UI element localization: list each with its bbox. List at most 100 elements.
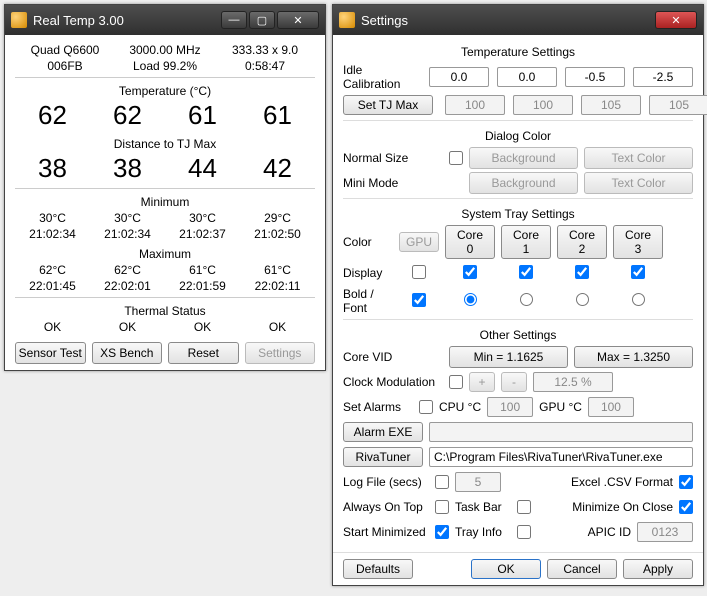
taskbar-check[interactable]	[517, 500, 531, 514]
excel-check[interactable]	[679, 475, 693, 489]
sec-other: Other Settings	[343, 328, 693, 342]
sensor-test-button[interactable]: Sensor Test	[15, 342, 86, 364]
max-time-0: 22:01:45	[15, 279, 90, 293]
sec-dialog: Dialog Color	[343, 129, 693, 143]
normal-tc-button[interactable]: Text Color	[584, 147, 693, 169]
log-check[interactable]	[435, 475, 449, 489]
max-time-1: 22:02:01	[90, 279, 165, 293]
max-3: 61°C	[240, 263, 315, 277]
corevid-label: Core VID	[343, 350, 443, 364]
defaults-button[interactable]: Defaults	[343, 559, 413, 579]
tj-3	[649, 95, 707, 115]
settings-close-button[interactable]: ✕	[655, 11, 697, 29]
idle-cal-2[interactable]	[565, 67, 625, 87]
gpu-button[interactable]: GPU	[399, 232, 439, 252]
clockmod-check[interactable]	[449, 375, 463, 389]
display-label: Display	[343, 266, 393, 280]
display-1-check[interactable]	[519, 265, 533, 279]
temp-1: 62	[90, 100, 165, 131]
max-time-2: 22:01:59	[165, 279, 240, 293]
min-time-0: 21:02:34	[15, 227, 90, 241]
normal-bg-button[interactable]: Background	[469, 147, 578, 169]
settings-button[interactable]: Settings	[245, 342, 316, 364]
minimize-button[interactable]: —	[221, 11, 247, 29]
maximize-button[interactable]: ▢	[249, 11, 275, 29]
min-2: 30°C	[165, 211, 240, 225]
min-time-1: 21:02:34	[90, 227, 165, 241]
display-3-check[interactable]	[631, 265, 645, 279]
sec-tray: System Tray Settings	[343, 207, 693, 221]
cm-plus-button[interactable]: +	[469, 372, 495, 392]
alarms-check[interactable]	[419, 400, 433, 414]
color-label: Color	[343, 235, 393, 249]
font-1-radio[interactable]	[520, 293, 533, 306]
core3-button[interactable]: Core 3	[613, 225, 663, 259]
font-2-radio[interactable]	[576, 293, 589, 306]
trayinfo-check[interactable]	[517, 525, 531, 539]
bold-check[interactable]	[412, 293, 426, 307]
xs-bench-button[interactable]: XS Bench	[92, 342, 163, 364]
settings-titlebar: Settings ✕	[333, 5, 703, 35]
reset-button[interactable]: Reset	[168, 342, 239, 364]
thermal-1: OK	[90, 320, 165, 334]
close-button[interactable]: ✕	[277, 11, 319, 29]
sec-temp: Temperature Settings	[343, 45, 693, 59]
vid-min-button[interactable]: Min = 1.1625	[449, 346, 568, 368]
dist-3: 42	[240, 153, 315, 184]
cm-minus-button[interactable]: -	[501, 372, 527, 392]
thermal-header: Thermal Status	[15, 304, 315, 318]
display-0-check[interactable]	[463, 265, 477, 279]
rivatuner-button[interactable]: RivaTuner	[343, 447, 423, 467]
max-1: 62°C	[90, 263, 165, 277]
max-0: 62°C	[15, 263, 90, 277]
cpu-load: Load 99.2%	[115, 59, 215, 73]
idle-cal-1[interactable]	[497, 67, 557, 87]
aot-check[interactable]	[435, 500, 449, 514]
core0-button[interactable]: Core 0	[445, 225, 495, 259]
apply-button[interactable]: Apply	[623, 559, 693, 579]
riva-path[interactable]	[429, 447, 693, 467]
startmin-label: Start Minimized	[343, 525, 429, 539]
trayinfo-label: Tray Info	[455, 525, 511, 539]
apic-val	[637, 522, 693, 542]
font-3-radio[interactable]	[632, 293, 645, 306]
thermal-3: OK	[240, 320, 315, 334]
dist-header: Distance to TJ Max	[15, 137, 315, 151]
mini-bg-button[interactable]: Background	[469, 172, 578, 194]
alarm-cpu	[487, 397, 533, 417]
ok-button[interactable]: OK	[471, 559, 541, 579]
main-titlebar: Real Temp 3.00 — ▢ ✕	[5, 5, 325, 35]
max-header: Maximum	[15, 247, 315, 261]
minclose-check[interactable]	[679, 500, 693, 514]
display-2-check[interactable]	[575, 265, 589, 279]
mini-tc-button[interactable]: Text Color	[584, 172, 693, 194]
core2-button[interactable]: Core 2	[557, 225, 607, 259]
cpu-c-label: CPU °C	[439, 400, 481, 414]
cancel-button[interactable]: Cancel	[547, 559, 617, 579]
dist-2: 44	[165, 153, 240, 184]
startmin-check[interactable]	[435, 525, 449, 539]
font-0-radio[interactable]	[464, 293, 477, 306]
log-secs	[455, 472, 501, 492]
min-1: 30°C	[90, 211, 165, 225]
gpu-c-label: GPU °C	[539, 400, 582, 414]
core1-button[interactable]: Core 1	[501, 225, 551, 259]
normal-check[interactable]	[449, 151, 463, 165]
min-header: Minimum	[15, 195, 315, 209]
set-tj-button[interactable]: Set TJ Max	[343, 95, 433, 115]
mini-label: Mini Mode	[343, 176, 443, 190]
min-3: 29°C	[240, 211, 315, 225]
alarm-exe-path	[429, 422, 693, 442]
app-icon	[11, 12, 27, 28]
vid-max-button[interactable]: Max = 1.3250	[574, 346, 693, 368]
alarm-exe-button[interactable]: Alarm EXE	[343, 422, 423, 442]
clockmod-label: Clock Modulation	[343, 375, 443, 389]
idle-cal-0[interactable]	[429, 67, 489, 87]
idle-cal-3[interactable]	[633, 67, 693, 87]
display-gpu-check[interactable]	[412, 265, 426, 279]
temp-header: Temperature (°C)	[15, 84, 315, 98]
alarm-gpu	[588, 397, 634, 417]
tj-0	[445, 95, 505, 115]
settings-title: Settings	[361, 13, 408, 28]
dist-1: 38	[90, 153, 165, 184]
